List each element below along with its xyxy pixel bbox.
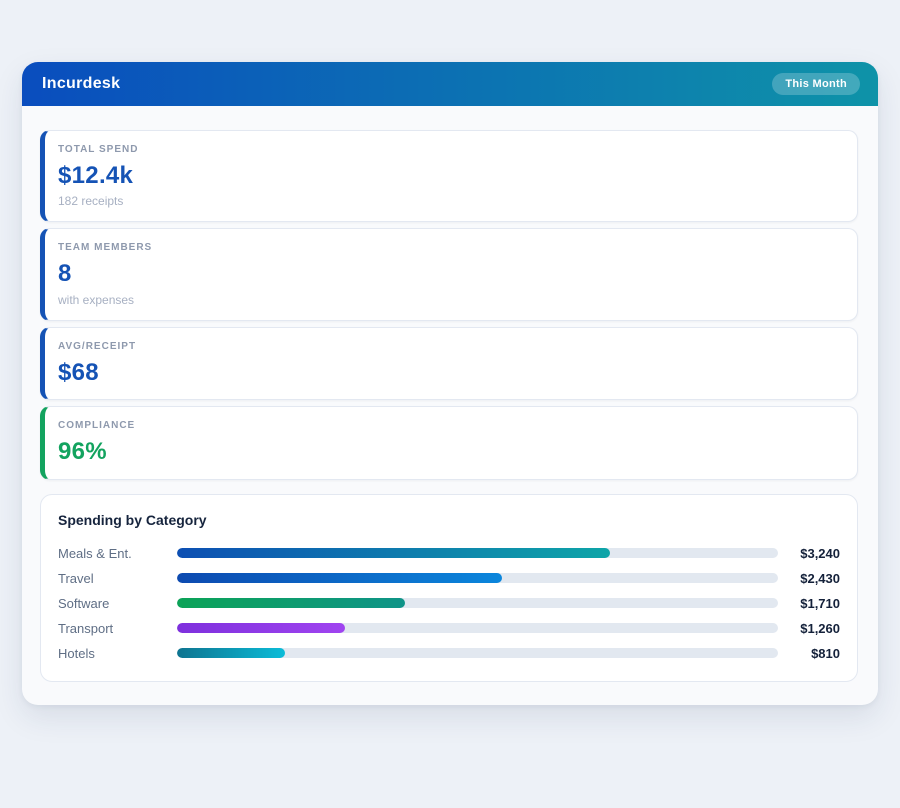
- stat-subtext: 182 receipts: [58, 194, 840, 208]
- category-label: Meals & Ent.: [58, 546, 177, 561]
- stat-label: COMPLIANCE: [58, 420, 840, 431]
- stat-card-total-spend: TOTAL SPEND $12.4k 182 receipts: [40, 130, 858, 222]
- stat-subtext: with expenses: [58, 293, 840, 307]
- category-label: Hotels: [58, 646, 177, 661]
- category-label: Software: [58, 596, 177, 611]
- stat-value: 96%: [58, 439, 840, 465]
- bar-track: [177, 548, 778, 558]
- stat-value: $12.4k: [58, 163, 840, 189]
- value-label: $1,260: [778, 621, 840, 636]
- stat-value: $68: [58, 360, 840, 386]
- bar-track: [177, 648, 778, 658]
- chart-row-travel: Travel $2,430: [58, 566, 840, 591]
- bar-fill-hotels: [177, 648, 285, 658]
- stat-value: 8: [58, 261, 840, 287]
- value-label: $2,430: [778, 571, 840, 586]
- app-title: Incurdesk: [42, 75, 120, 93]
- stat-label: AVG/RECEIPT: [58, 341, 840, 352]
- stat-card-compliance: COMPLIANCE 96%: [40, 406, 858, 479]
- stat-card-avg-receipt: AVG/RECEIPT $68: [40, 327, 858, 400]
- chart-row-hotels: Hotels $810: [58, 641, 840, 666]
- bar-track: [177, 623, 778, 633]
- bar-fill-transport: [177, 623, 345, 633]
- spending-by-category-chart: Spending by Category Meals & Ent. $3,240…: [40, 494, 858, 682]
- chart-row-software: Software $1,710: [58, 591, 840, 616]
- chart-row-meals: Meals & Ent. $3,240: [58, 541, 840, 566]
- dashboard-body: TOTAL SPEND $12.4k 182 receipts TEAM MEM…: [22, 106, 878, 705]
- bar-track: [177, 598, 778, 608]
- app-card: Incurdesk This Month TOTAL SPEND $12.4k …: [22, 62, 878, 705]
- value-label: $3,240: [778, 546, 840, 561]
- category-label: Transport: [58, 621, 177, 636]
- stat-card-team-members: TEAM MEMBERS 8 with expenses: [40, 228, 858, 320]
- bar-fill-travel: [177, 573, 502, 583]
- bar-fill-meals: [177, 548, 610, 558]
- stat-label: TOTAL SPEND: [58, 144, 840, 155]
- bar-track: [177, 573, 778, 583]
- chart-title: Spending by Category: [58, 512, 840, 528]
- value-label: $810: [778, 646, 840, 661]
- app-header: Incurdesk This Month: [22, 62, 878, 106]
- value-label: $1,710: [778, 596, 840, 611]
- chart-row-transport: Transport $1,260: [58, 616, 840, 641]
- period-badge[interactable]: This Month: [772, 73, 860, 95]
- bar-fill-software: [177, 598, 405, 608]
- stat-label: TEAM MEMBERS: [58, 242, 840, 253]
- category-label: Travel: [58, 571, 177, 586]
